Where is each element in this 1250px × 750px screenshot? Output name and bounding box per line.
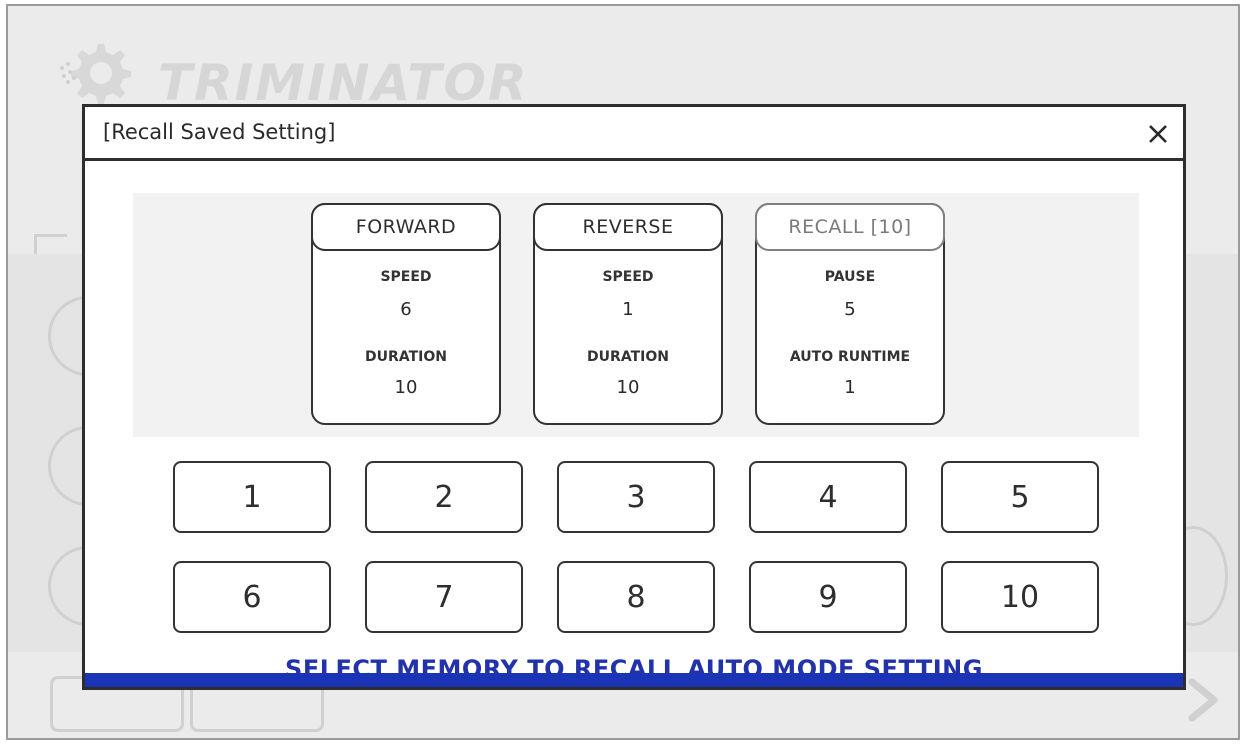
duration-value: 10	[616, 377, 640, 398]
speed-value: 1	[622, 299, 634, 320]
memory-button-6[interactable]: 6	[173, 561, 331, 633]
auto-runtime-label: AUTO RUNTIME	[789, 349, 911, 365]
duration-label: DURATION	[365, 349, 447, 365]
pause-value: 5	[844, 299, 856, 320]
speed-label: SPEED	[380, 269, 432, 285]
memory-button-5[interactable]: 5	[941, 461, 1099, 533]
auto-runtime-value: 1	[844, 377, 856, 398]
accent-bar	[85, 673, 1183, 687]
forward-card: FORWARD SPEED 6 DURATION 10	[311, 203, 501, 425]
memory-button-8[interactable]: 8	[557, 561, 715, 633]
duration-value: 10	[394, 377, 418, 398]
memory-button-9[interactable]: 9	[749, 561, 907, 633]
speed-label: SPEED	[602, 269, 654, 285]
close-icon	[1149, 125, 1167, 143]
duration-label: DURATION	[587, 349, 669, 365]
dialog-header: [Recall Saved Setting]	[85, 107, 1183, 161]
memory-button-7[interactable]: 7	[365, 561, 523, 633]
memory-button-1[interactable]: 1	[173, 461, 331, 533]
pause-label: PAUSE	[824, 269, 876, 285]
memory-button-4[interactable]: 4	[749, 461, 907, 533]
memory-button-2[interactable]: 2	[365, 461, 523, 533]
chevron-right-icon	[1188, 678, 1218, 722]
gear-logo-icon	[60, 44, 131, 104]
reverse-card: REVERSE SPEED 1 DURATION 10	[533, 203, 723, 425]
dialog-title: [Recall Saved Setting]	[103, 120, 336, 144]
card-header: REVERSE	[533, 203, 723, 251]
app-screen: TRIMINATOR [Recall Saved Setting] FORWAR…	[6, 4, 1240, 740]
memory-button-10[interactable]: 10	[941, 561, 1099, 633]
recall-card: RECALL [10] PAUSE 5 AUTO RUNTIME 1	[755, 203, 945, 425]
memory-button-3[interactable]: 3	[557, 461, 715, 533]
recall-settings-dialog: [Recall Saved Setting] FORWARD SPEED 6 D…	[82, 104, 1186, 690]
card-header: FORWARD	[311, 203, 501, 251]
settings-summary-panel: FORWARD SPEED 6 DURATION 10 REVERSE SPEE…	[133, 193, 1139, 437]
speed-value: 6	[400, 299, 412, 320]
close-button[interactable]	[1141, 115, 1175, 151]
card-header: RECALL [10]	[755, 203, 945, 251]
